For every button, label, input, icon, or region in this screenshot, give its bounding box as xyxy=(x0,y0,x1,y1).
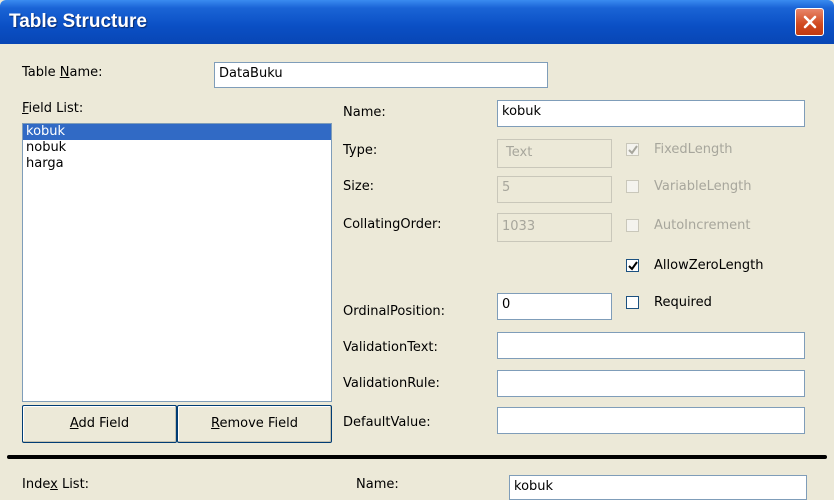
size-field: 5 xyxy=(497,176,612,203)
variable-length-checkbox xyxy=(626,180,639,193)
fixed-length-checkbox xyxy=(626,143,639,156)
index-list-label: Index List: xyxy=(22,477,90,492)
fixed-length-label: FixedLength xyxy=(654,142,733,157)
required-label: Required xyxy=(654,295,712,310)
field-list-label: Field List: xyxy=(22,101,84,116)
validation-rule-input[interactable] xyxy=(497,370,805,397)
collating-order-label: CollatingOrder: xyxy=(343,217,442,232)
field-name-input[interactable]: kobuk xyxy=(497,100,805,127)
table-name-label: Table Name: xyxy=(22,65,103,80)
collating-order-field: 1033 xyxy=(497,213,612,242)
allow-zero-length-checkbox[interactable] xyxy=(626,259,639,272)
field-listbox[interactable]: kobuk nobuk harga xyxy=(22,123,332,402)
table-name-input[interactable]: DataBuku xyxy=(214,62,548,88)
index-name-input[interactable]: kobuk xyxy=(509,475,807,500)
validation-text-label: ValidationText: xyxy=(343,340,438,355)
ordinal-position-input[interactable]: 0 xyxy=(497,293,612,320)
validation-rule-label: ValidationRule: xyxy=(343,376,440,391)
type-label: Type: xyxy=(343,143,378,158)
title-bar[interactable]: Table Structure xyxy=(0,0,834,44)
checkmark-icon xyxy=(628,145,638,155)
window-title: Table Structure xyxy=(9,11,147,32)
default-value-label: DefaultValue: xyxy=(343,415,431,430)
size-label: Size: xyxy=(343,179,375,194)
index-name-label: Name: xyxy=(356,477,399,492)
add-field-button[interactable]: Add Field xyxy=(22,405,177,443)
close-icon xyxy=(803,15,817,29)
allow-zero-length-label: AllowZeroLength xyxy=(654,258,764,273)
type-field: Text xyxy=(497,139,612,168)
close-button[interactable] xyxy=(795,8,824,36)
ordinal-position-label: OrdinalPosition: xyxy=(343,304,446,319)
required-checkbox[interactable] xyxy=(626,296,639,309)
section-divider xyxy=(7,455,827,459)
remove-field-button[interactable]: Remove Field xyxy=(177,405,332,443)
auto-increment-checkbox xyxy=(626,219,639,232)
checkmark-icon xyxy=(628,261,638,271)
list-item[interactable]: nobuk xyxy=(23,140,331,156)
default-value-input[interactable] xyxy=(497,407,805,434)
field-name-label: Name: xyxy=(343,105,386,120)
table-structure-dialog: Table Structure Table Name: DataBuku Fie… xyxy=(0,0,834,500)
list-item[interactable]: kobuk xyxy=(23,124,331,140)
list-item[interactable]: harga xyxy=(23,156,331,172)
auto-increment-label: AutoIncrement xyxy=(654,218,751,233)
validation-text-input[interactable] xyxy=(497,332,805,359)
variable-length-label: VariableLength xyxy=(654,179,752,194)
